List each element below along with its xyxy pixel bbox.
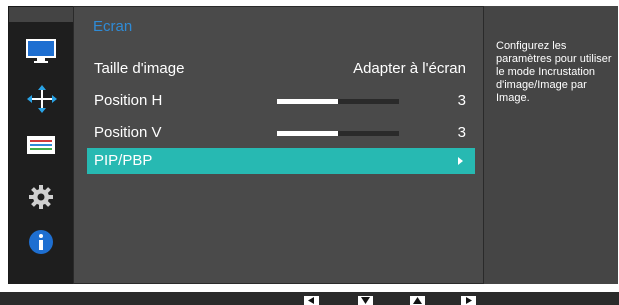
menu-item-position-v[interactable]: Position V 3	[87, 120, 475, 146]
menu-item-pip-pbp[interactable]: PIP/PBP	[87, 148, 475, 174]
help-text: Configurez les paramètres pour utiliser …	[496, 40, 612, 104]
info-icon[interactable]	[24, 227, 58, 257]
chevron-right-icon	[458, 157, 463, 165]
slider-fill	[277, 131, 338, 136]
monitor-icon[interactable]	[24, 36, 58, 66]
menu-title: Ecran	[93, 18, 133, 35]
up-arrow-icon[interactable]	[410, 296, 425, 305]
position-arrows-icon[interactable]	[11, 84, 73, 114]
gear-icon[interactable]	[24, 182, 58, 212]
menu-item-position-h[interactable]: Position H 3	[87, 88, 475, 114]
menu-item-label: Position H	[94, 92, 163, 109]
color-bars-icon[interactable]	[24, 130, 58, 160]
menu-item-value: 3	[457, 124, 466, 141]
menu-panel: Ecran Taille d'image Adapter à l'écran P…	[73, 6, 484, 284]
category-sidebar	[9, 22, 73, 284]
menu-item-picture-size[interactable]: Taille d'image Adapter à l'écran	[87, 56, 475, 82]
menu-item-label: Position V	[94, 124, 162, 141]
menu-item-value: Adapter à l'écran	[353, 60, 466, 77]
position-h-slider[interactable]	[277, 99, 399, 104]
down-arrow-icon[interactable]	[358, 296, 373, 305]
position-v-slider[interactable]	[277, 131, 399, 136]
right-arrow-icon[interactable]	[461, 296, 476, 305]
left-arrow-icon[interactable]	[304, 296, 319, 305]
menu-item-value: 3	[457, 92, 466, 109]
help-panel: Configurez les paramètres pour utiliser …	[484, 6, 618, 284]
menu-item-label: PIP/PBP	[94, 152, 153, 169]
slider-fill	[277, 99, 338, 104]
menu-item-label: Taille d'image	[94, 60, 185, 77]
